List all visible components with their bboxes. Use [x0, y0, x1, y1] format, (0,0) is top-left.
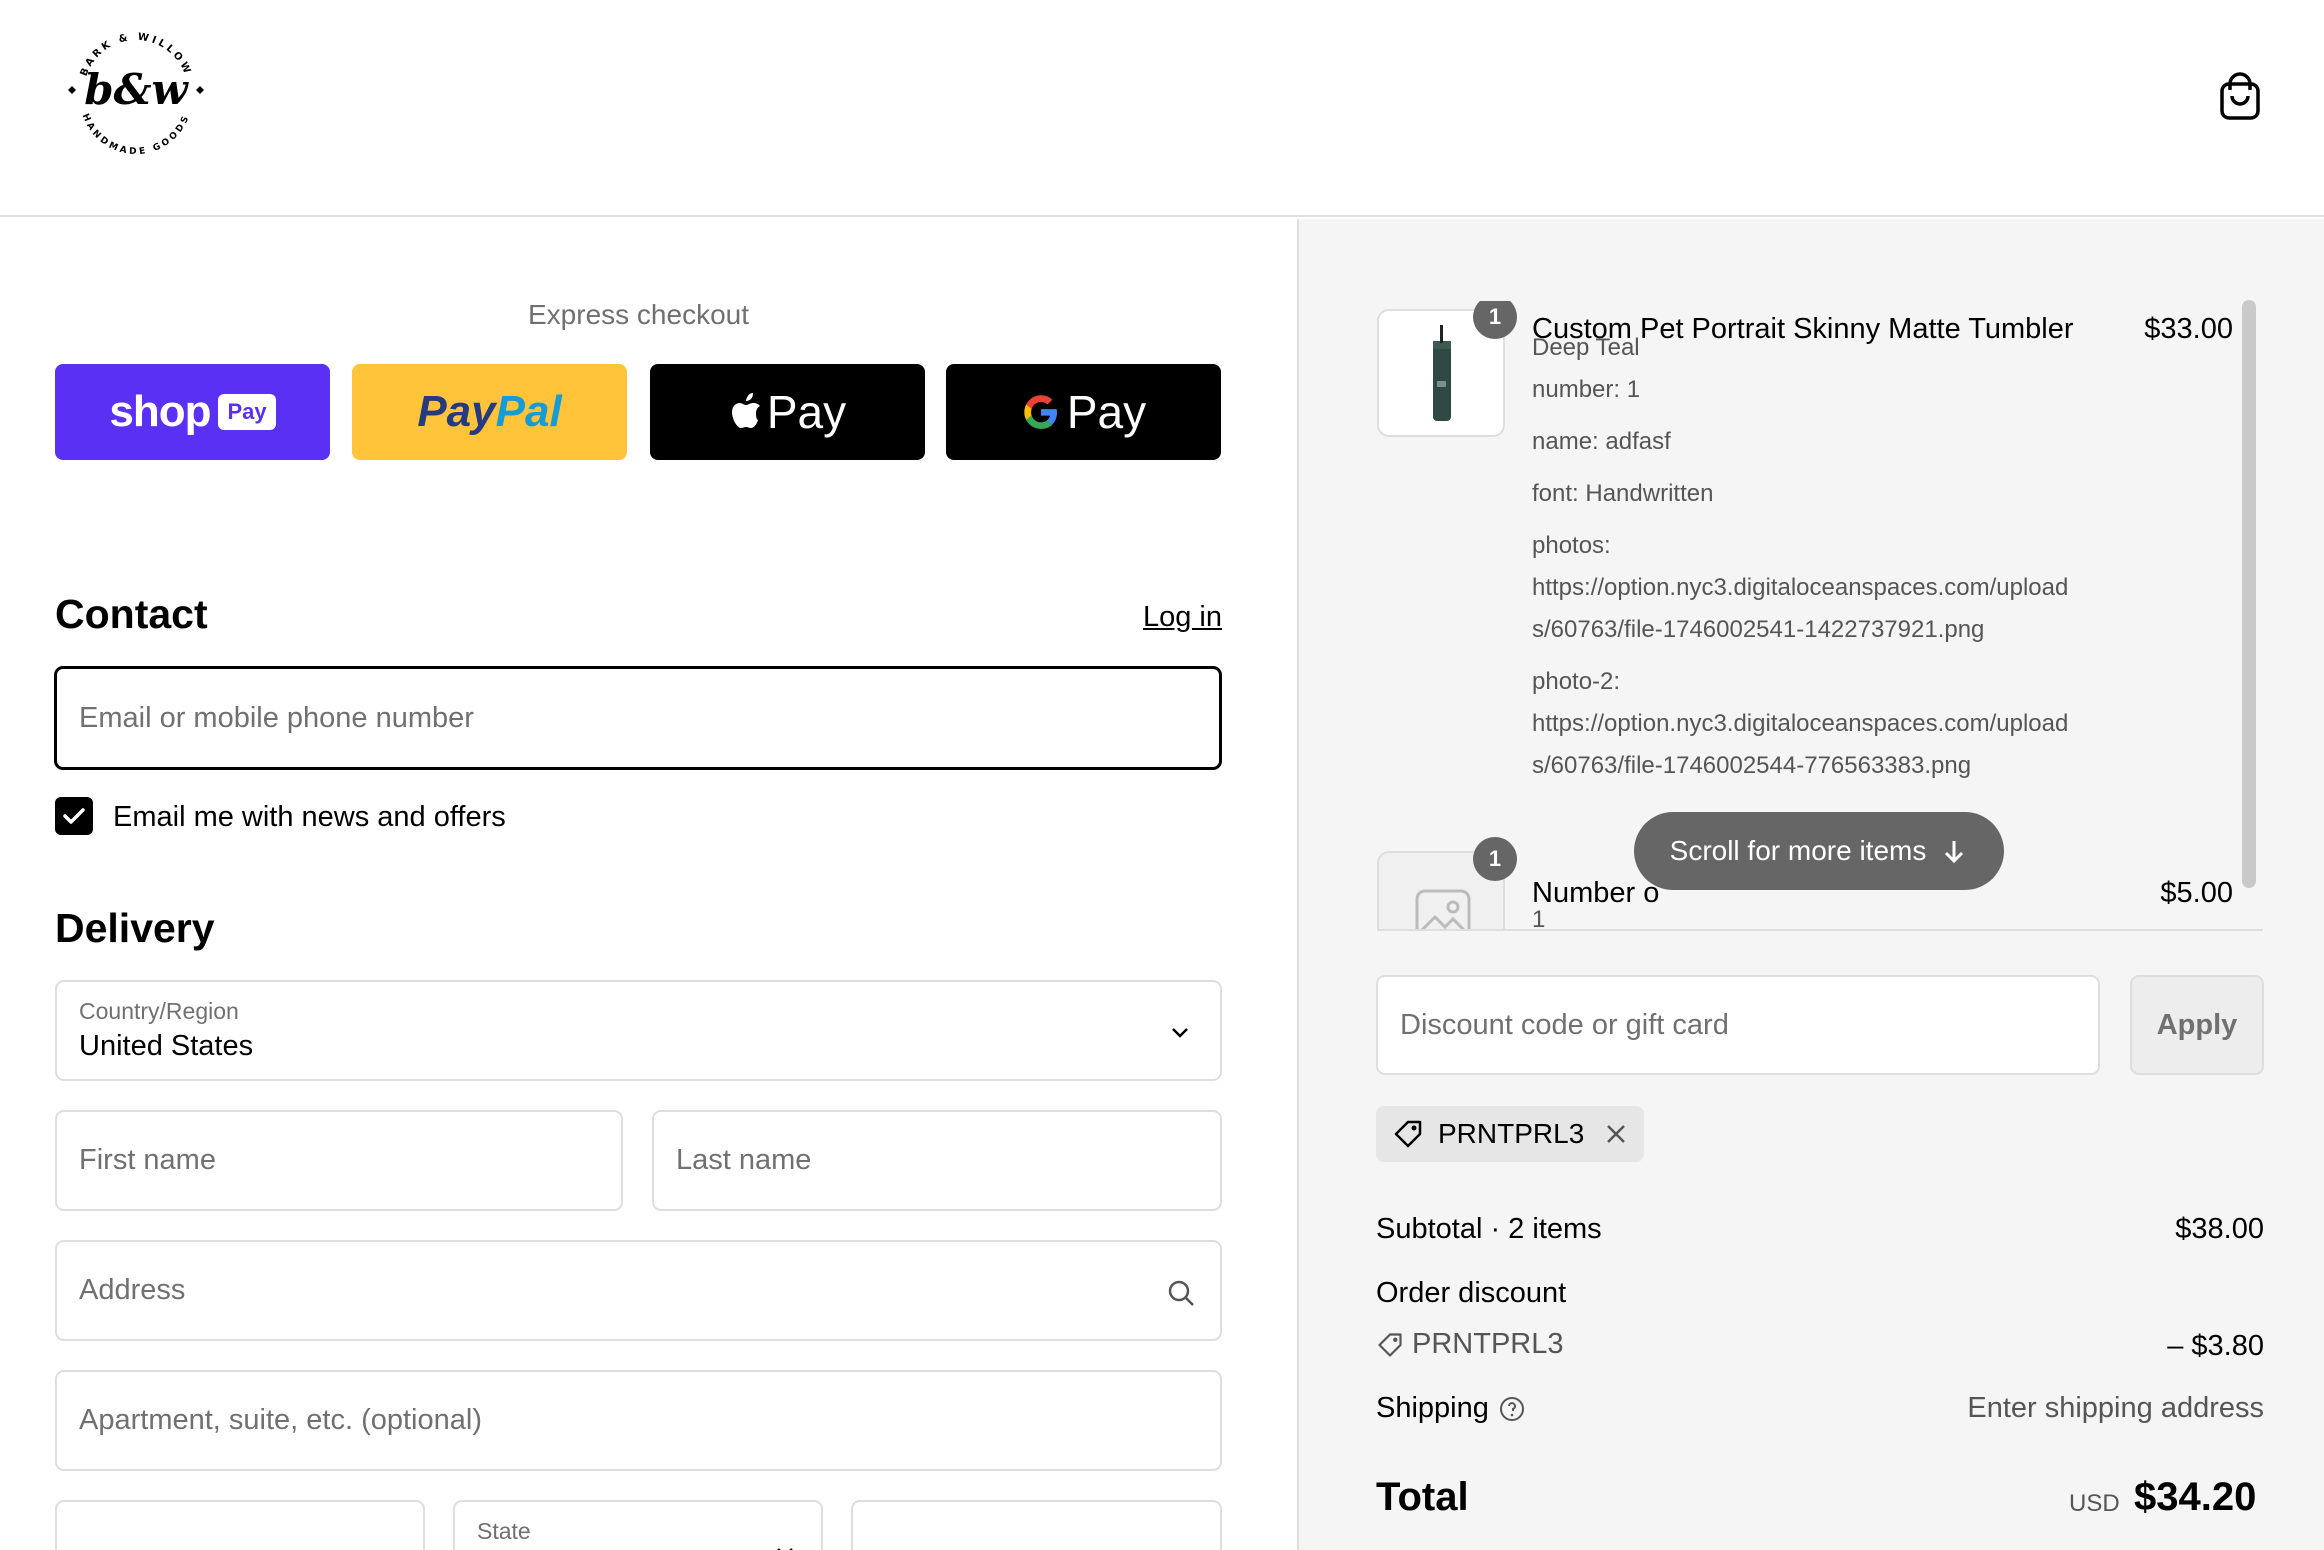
item-prop: number: 1	[1532, 376, 1641, 403]
google-pay-label: Pay	[1066, 386, 1147, 438]
apply-button[interactable]: Apply	[2130, 975, 2264, 1075]
google-icon	[1024, 395, 1057, 429]
chevron-down-icon	[1172, 1028, 1188, 1038]
shop-pay-word: shop	[109, 387, 211, 436]
subtotal-value: $38.00	[2175, 1213, 2264, 1245]
discount-input[interactable]	[1378, 977, 2098, 1073]
subtotal-row: Subtotal · 2 items $38.00	[1376, 1213, 2264, 1246]
state-label: State	[477, 1518, 531, 1544]
check-icon	[63, 808, 85, 824]
newsletter-label: Email me with news and offers	[113, 801, 506, 833]
address-field[interactable]	[55, 1240, 1222, 1341]
newsletter-checkbox[interactable]	[55, 797, 93, 835]
quantity-badge: 1	[1473, 301, 1517, 339]
item-prop: name: adfasf	[1532, 428, 1671, 455]
delivery-heading: Delivery	[55, 905, 215, 951]
total-value: $34.20	[2134, 1475, 2257, 1519]
item-title: Number o	[1532, 877, 1660, 909]
item-prop: s/60763/file-1746002541-1422737921.png	[1532, 616, 1985, 643]
item-prop: font: Handwritten	[1532, 480, 1714, 507]
contact-heading: Contact	[55, 591, 208, 637]
zip-field[interactable]	[851, 1500, 1222, 1550]
apple-icon	[731, 393, 760, 428]
country-select[interactable]: Country/Region United States	[55, 980, 1222, 1081]
total-label: Total	[1376, 1475, 1469, 1519]
city-input[interactable]	[57, 1502, 423, 1550]
discount-value: – $3.80	[2167, 1330, 2264, 1362]
express-checkout-title: Express checkout	[528, 299, 749, 330]
shipping-label: Shipping	[1376, 1392, 1489, 1424]
item-prop: photos:	[1532, 532, 1611, 559]
search-icon	[1168, 1280, 1194, 1306]
zip-input[interactable]	[853, 1502, 1220, 1550]
first-name-input[interactable]	[57, 1112, 621, 1209]
email-input[interactable]	[57, 669, 1219, 767]
apartment-input[interactable]	[57, 1372, 1220, 1469]
item-variant: Deep Teal	[1532, 334, 1640, 361]
logo-monogram: b&w	[84, 65, 189, 114]
tag-icon	[1394, 1120, 1422, 1148]
first-name-field[interactable]	[55, 1110, 623, 1211]
subtotal-label: Subtotal · 2 items	[1376, 1213, 1602, 1245]
paypal-word-a: Pay	[417, 387, 496, 436]
city-field[interactable]	[55, 1500, 425, 1550]
item-prop: https://option.nyc3.digitaloceanspaces.c…	[1532, 710, 2069, 737]
quantity-badge: 1	[1473, 837, 1517, 881]
discount-code-row: PRNTPRL3 – $3.80	[1376, 1328, 2264, 1362]
total-currency: USD	[2069, 1490, 2120, 1517]
header: BARK & WILLOW HANDMADE GOODS b&w	[0, 0, 2324, 217]
svg-text:HANDMADE GOODS: HANDMADE GOODS	[80, 112, 193, 157]
country-label: Country/Region	[79, 998, 239, 1024]
applied-discount-chip: PRNTPRL3	[1376, 1106, 1644, 1162]
scroll-more-label: Scroll for more items	[1669, 835, 1927, 866]
cart-icon[interactable]	[2216, 70, 2264, 122]
item-prop: https://option.nyc3.digitaloceanspaces.c…	[1532, 574, 2069, 601]
google-pay-button[interactable]: Pay	[946, 364, 1221, 460]
last-name-field[interactable]	[652, 1110, 1222, 1211]
tag-icon	[1378, 1333, 1402, 1357]
remove-discount-icon[interactable]	[1604, 1122, 1628, 1146]
item-variant: 1	[1532, 906, 1546, 931]
apple-pay-label: Pay	[766, 386, 847, 438]
order-discount-label: Order discount	[1376, 1277, 1567, 1309]
scroll-more-button[interactable]: Scroll for more items	[1634, 812, 2004, 890]
apartment-field[interactable]	[55, 1370, 1222, 1471]
help-icon[interactable]	[1499, 1396, 1525, 1422]
logo-ring-bottom: HANDMADE GOODS	[80, 112, 190, 157]
shop-pay-badge: Pay	[218, 394, 276, 430]
email-field[interactable]	[54, 666, 1222, 770]
login-link[interactable]: Log in	[1143, 601, 1222, 634]
apple-pay-button[interactable]: Pay	[650, 364, 925, 460]
country-value: United States	[79, 1030, 254, 1062]
shop-pay-button[interactable]: shop Pay	[55, 364, 330, 460]
arrow-down-icon	[1945, 841, 1964, 864]
address-input[interactable]	[57, 1242, 1220, 1339]
discount-code-label: PRNTPRL3	[1412, 1328, 1564, 1360]
item-price: $5.00	[2160, 877, 2233, 909]
shipping-row: Shipping Enter shipping address	[1376, 1392, 2264, 1425]
paypal-word-b: Pal	[495, 387, 562, 436]
last-name-input[interactable]	[654, 1112, 1220, 1209]
shipping-value: Enter shipping address	[1967, 1392, 2264, 1424]
item-prop: s/60763/file-1746002544-776563383.png	[1532, 752, 1972, 779]
order-discount-row: Order discount	[1376, 1277, 2264, 1310]
state-select[interactable]: State	[453, 1500, 823, 1550]
checkout-main: Express checkout shop Pay Pay Pal Pay Pay…	[0, 219, 1297, 1550]
discount-field[interactable]	[1376, 975, 2100, 1075]
applied-discount-code: PRNTPRL3	[1438, 1118, 1585, 1149]
brand-logo[interactable]: BARK & WILLOW HANDMADE GOODS b&w	[62, 18, 210, 166]
item-prop: photo-2:	[1532, 668, 1621, 695]
paypal-button[interactable]: Pay Pal	[352, 364, 627, 460]
cart-scrollbar[interactable]	[2242, 300, 2256, 888]
item-price: $33.00	[2144, 313, 2233, 345]
chevron-down-icon	[777, 1548, 793, 1550]
